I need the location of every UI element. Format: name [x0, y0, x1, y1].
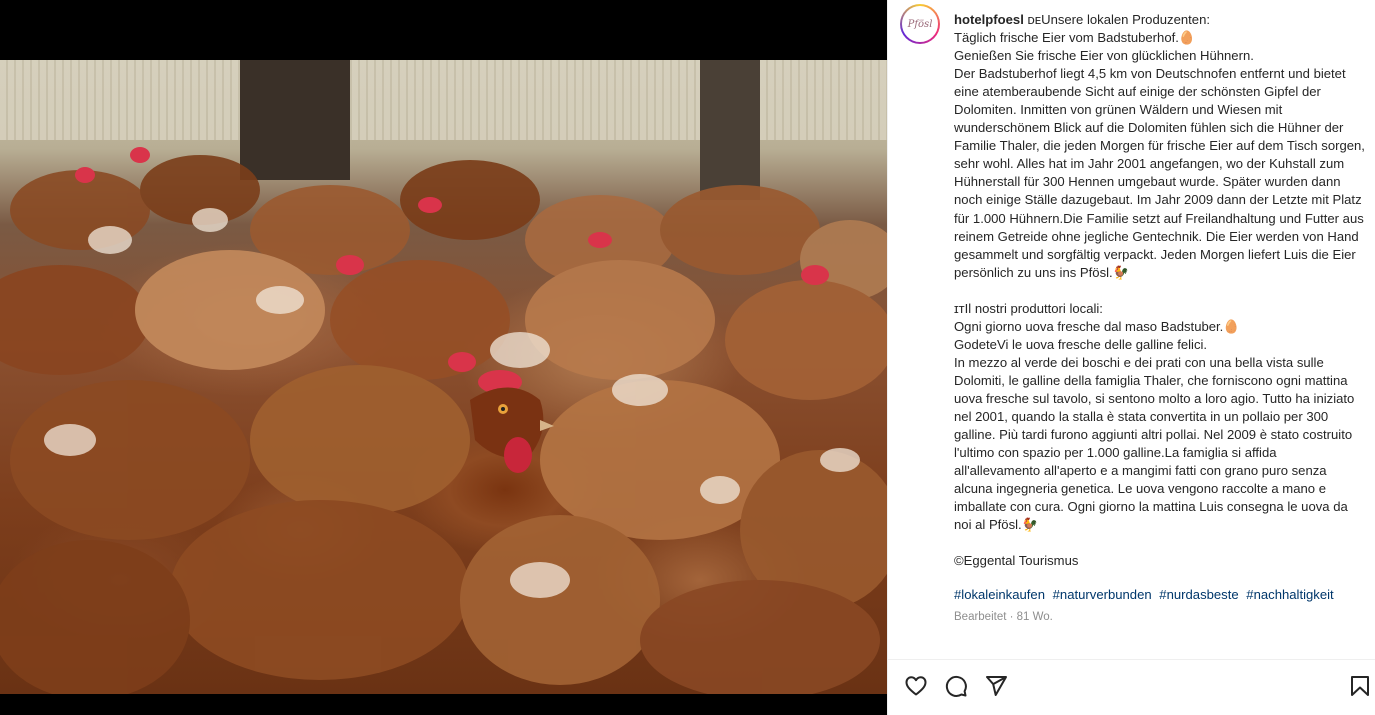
- hashtag-link[interactable]: #nachhaltigkeit: [1246, 587, 1333, 602]
- hashtag-list: #lokaleinkaufen #naturverbunden #nurdasb…: [954, 586, 1338, 604]
- share-icon: [986, 676, 1007, 696]
- caption-text: ᴅᴇUnsere lokalen Produzenten: Täglich fr…: [954, 12, 1365, 569]
- actions-divider: [888, 659, 1375, 660]
- post-edited-time: Bearbeitet · 81 Wo.: [954, 611, 1053, 623]
- post-caption: hotelpfoesl ᴅᴇUnsere lokalen Produzenten…: [954, 11, 1366, 570]
- pfoesl-logo: Pfösl: [907, 18, 933, 30]
- avatar-inner: Pfösl: [902, 6, 938, 42]
- hashtag-link[interactable]: #lokaleinkaufen: [954, 587, 1045, 602]
- caption-username-link[interactable]: hotelpfoesl: [954, 12, 1024, 27]
- instagram-post: Pfösl hotelpfoesl ᴅᴇUnsere lokalen Produ…: [0, 0, 1375, 715]
- share-button[interactable]: [984, 674, 1008, 698]
- save-button[interactable]: [1348, 674, 1372, 698]
- comment-icon: [945, 675, 967, 697]
- hens-illustration: [0, 147, 887, 694]
- post-photo-hens[interactable]: [0, 60, 887, 694]
- heart-icon: [905, 676, 927, 696]
- hashtag-link[interactable]: #naturverbunden: [1053, 587, 1152, 602]
- comment-button[interactable]: [944, 674, 968, 698]
- profile-avatar[interactable]: Pfösl: [900, 4, 940, 44]
- post-media[interactable]: [0, 0, 887, 715]
- hashtag-link[interactable]: #nurdasbeste: [1159, 587, 1238, 602]
- like-button[interactable]: [904, 674, 928, 698]
- bookmark-icon: [1351, 676, 1369, 696]
